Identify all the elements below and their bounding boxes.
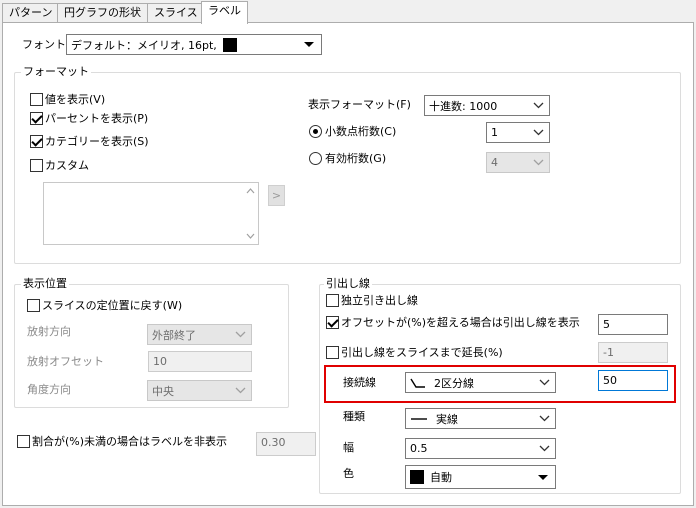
line-width-dropdown[interactable]: 0.5 — [405, 438, 556, 459]
font-label: フォント — [22, 38, 66, 51]
connector-label: 接続線 — [343, 376, 376, 389]
angle-direction-value: 中央 — [152, 384, 174, 398]
display-format-value: 十進数: 1000 — [429, 99, 498, 113]
chevron-down-icon — [233, 384, 247, 398]
line-color-dropdown[interactable]: 自動 — [405, 465, 556, 489]
line-color-value: 自動 — [430, 471, 452, 484]
line-color-label: 色 — [343, 467, 354, 480]
extend-leader-input[interactable]: -1 — [598, 342, 668, 363]
radial-offset-label: 放射オフセット — [27, 355, 104, 368]
radial-direction-value: 外部終了 — [152, 328, 196, 342]
line-type-value: 実線 — [436, 412, 458, 426]
font-color-swatch — [222, 37, 237, 52]
chevron-down-icon — [537, 442, 551, 456]
show-percent-checkbox[interactable] — [30, 112, 43, 125]
chevron-down-icon — [531, 126, 545, 140]
show-value-label: 値を表示(V) — [45, 93, 106, 106]
position-group-title: 表示位置 — [21, 277, 69, 290]
radial-offset-input[interactable]: 10 — [148, 351, 252, 372]
scroll-down-icon[interactable] — [246, 233, 255, 239]
line-width-value: 0.5 — [410, 442, 428, 455]
hide-label-checkbox[interactable] — [17, 435, 30, 448]
angle-direction-dropdown[interactable]: 中央 — [147, 380, 252, 401]
textarea-scrollbar[interactable] — [243, 183, 258, 244]
line-type-label: 種類 — [343, 410, 365, 423]
offset-leader-checkbox[interactable] — [326, 316, 339, 329]
angle-direction-label: 角度方向 — [27, 383, 71, 396]
custom-checkbox[interactable] — [30, 159, 43, 172]
chevron-down-icon — [537, 376, 551, 390]
significant-digits-value: 4 — [491, 156, 498, 169]
tab-label[interactable]: ラベル — [201, 1, 248, 24]
custom-format-textarea[interactable] — [43, 182, 259, 245]
decimal-places-radio[interactable] — [309, 125, 322, 138]
line-color-swatch — [410, 470, 424, 484]
font-dropdown[interactable]: デフォルト：メイリオ, 16pt, — [66, 34, 322, 55]
display-format-dropdown[interactable]: 十進数: 1000 — [424, 95, 550, 116]
display-format-label: 表示フォーマット(F) — [308, 98, 411, 111]
solid-line-icon — [411, 417, 427, 420]
decimal-places-label: 小数点桁数(C) — [325, 125, 397, 138]
show-category-checkbox[interactable] — [30, 135, 43, 148]
show-category-label: カテゴリーを表示(S) — [45, 135, 149, 148]
decimal-places-value: 1 — [491, 126, 498, 139]
chevron-down-icon — [531, 156, 545, 170]
show-percent-label: パーセントを表示(P) — [45, 112, 149, 125]
radial-direction-dropdown[interactable]: 外部終了 — [147, 324, 252, 345]
extend-leader-checkbox[interactable] — [326, 346, 339, 359]
reset-position-checkbox[interactable] — [27, 299, 40, 312]
connector-value: 2区分線 — [434, 376, 474, 390]
font-value: デフォルト：メイリオ, 16pt, — [71, 37, 304, 53]
connector-dropdown[interactable]: 2区分線 — [405, 372, 556, 393]
significant-digits-radio[interactable] — [309, 152, 322, 165]
independent-leader-checkbox[interactable] — [326, 294, 339, 307]
chevron-down-icon — [531, 99, 545, 113]
hide-label-label: 割合が(%)未満の場合はラベルを非表示 — [32, 435, 228, 448]
hide-label-threshold-input[interactable]: 0.30 — [256, 432, 316, 456]
offset-leader-input[interactable]: 5 — [598, 314, 668, 335]
dropdown-arrow-icon — [304, 42, 314, 47]
dropdown-arrow-icon — [538, 474, 548, 480]
tab-pattern[interactable]: パターン — [2, 3, 60, 23]
scroll-up-icon[interactable] — [246, 188, 255, 194]
custom-label: カスタム — [45, 159, 89, 172]
radial-direction-label: 放射方向 — [27, 325, 71, 338]
tab-slice[interactable]: スライス — [147, 3, 205, 23]
line-type-dropdown[interactable]: 実線 — [405, 408, 556, 429]
offset-leader-label: オフセットが(%)を超える場合は引出し線を表示 — [341, 316, 580, 329]
tab-pie-shape[interactable]: 円グラフの形状 — [57, 3, 148, 23]
connector-line-icon — [410, 378, 425, 388]
line-width-label: 幅 — [343, 441, 354, 454]
chevron-down-icon — [537, 412, 551, 426]
independent-leader-label: 独立引き出し線 — [341, 294, 418, 307]
decimal-places-dropdown[interactable]: 1 — [486, 122, 550, 143]
reset-position-label: スライスの定位置に戻す(W) — [42, 299, 183, 312]
connector-input[interactable]: 50 — [598, 370, 668, 391]
chevron-down-icon — [233, 328, 247, 342]
format-group-title: フォーマット — [21, 65, 91, 78]
extend-leader-label: 引出し線をスライスまで延長(%) — [341, 346, 503, 359]
leader-group-title: 引出し線 — [324, 277, 372, 290]
significant-digits-label: 有効桁数(G) — [325, 152, 387, 165]
insert-custom-button[interactable]: > — [268, 185, 285, 206]
show-value-checkbox[interactable] — [30, 93, 43, 106]
significant-digits-dropdown[interactable]: 4 — [486, 152, 550, 173]
